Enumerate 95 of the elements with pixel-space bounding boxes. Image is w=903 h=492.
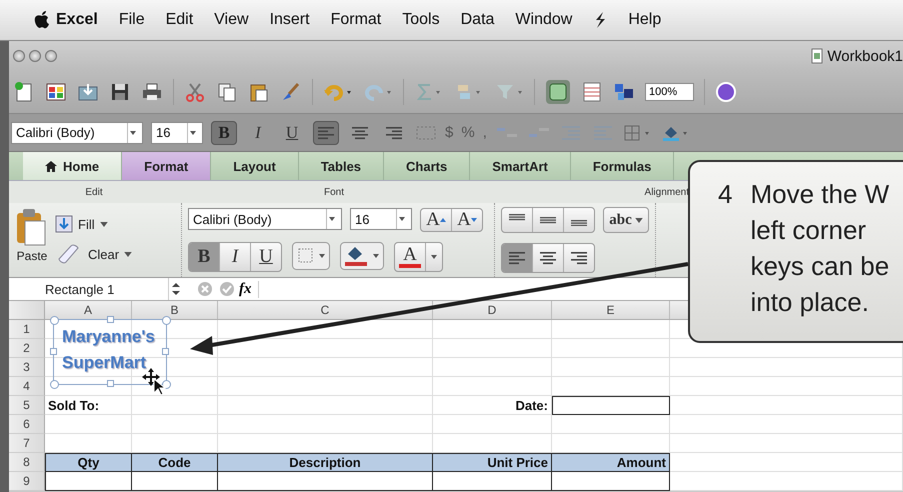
sheet-icon[interactable] [581,81,603,103]
up-triangle-icon [440,218,446,222]
brush-icon[interactable] [280,81,302,103]
clear-button[interactable]: Clear [55,243,132,265]
insert-function-button[interactable]: fx [239,280,258,298]
style-button[interactable]: B [189,243,220,271]
group-label: Alignment [644,186,689,198]
row-header[interactable]: 6 [9,415,45,434]
table-cell: Description [218,453,433,472]
group-label: Font [322,186,345,198]
align-left-icon [508,251,526,265]
table-cell: Unit Price [433,453,552,472]
scissors-icon[interactable] [184,81,206,103]
open-icon[interactable] [77,81,99,103]
zoom-field[interactable]: 100% [645,83,694,101]
menu-item[interactable]: File [118,11,145,29]
grow-font-button[interactable]: A [421,209,452,231]
column-header[interactable]: E [552,301,670,319]
style-button[interactable]: B [211,120,237,144]
name-box[interactable]: Rectangle 1 [9,278,169,300]
style-button[interactable]: I [245,120,271,144]
menu-item[interactable]: Window [515,11,572,29]
caret-icon [190,130,196,134]
caret-icon [399,217,405,221]
row-header[interactable]: 2 [9,339,45,358]
caret-icon [634,218,643,222]
row-header[interactable]: 8 [9,453,45,472]
wrap-text-button[interactable]: abc [604,208,648,232]
caret-icon [124,252,132,256]
close-button[interactable] [13,50,25,62]
column-header[interactable]: C [218,301,433,319]
row-header[interactable]: 7 [9,434,45,453]
table-cell: Code [132,453,218,472]
home-icon [45,160,57,172]
menu-item[interactable]: Edit [166,11,194,29]
style-button[interactable]: I [220,243,251,271]
select-all-corner[interactable] [9,301,45,319]
menu-item[interactable]: Data [460,11,494,29]
menu-item[interactable]: Insert [270,11,310,29]
menu-item[interactable]: Tools [402,11,440,29]
align-center-icon [351,126,369,140]
shrink-font-button[interactable]: A [452,209,482,231]
align-right-icon [570,251,588,265]
row-header[interactable]: 4 [9,377,45,396]
table-cell: Qty [45,453,132,472]
print-icon[interactable] [141,81,163,103]
align-left-button[interactable] [502,244,533,272]
grid-icon[interactable] [45,81,67,103]
font-field[interactable]: Calibri (Body) [11,122,143,144]
window-title: Workbook1 [827,48,903,64]
menu-item[interactable]: Format [330,11,382,29]
table-cell: Sold To: [45,396,132,415]
font-field[interactable]: Calibri (Body) [188,208,342,230]
confirm-icon[interactable] [219,281,235,297]
minimize-button[interactable] [29,50,41,62]
table-cell: Amount [552,453,670,472]
row-header[interactable]: 5 [9,396,45,415]
align-center-icon [539,251,557,265]
lines-icon [539,214,557,226]
row-header[interactable]: 9 [9,472,45,491]
style-button[interactable]: U [279,120,305,144]
borders-icon[interactable] [292,242,330,270]
paste-button[interactable]: Paste [15,207,49,273]
menu-item[interactable]: View [214,11,249,29]
align-right-icon [385,126,403,140]
menu-item[interactable]: Help [628,11,662,29]
caret-icon [329,217,335,221]
save-icon[interactable] [109,81,131,103]
blocks-icon[interactable] [613,81,635,103]
row-header[interactable]: 1 [9,320,45,339]
caret-icon [100,222,108,226]
down-triangle-icon [470,218,477,222]
cancel-icon[interactable] [197,281,213,297]
size-field[interactable]: 16 [151,122,203,144]
callout-text: Move the W left corner keys can be into place. [750,178,890,319]
fill-color-icon[interactable] [340,242,384,270]
size-field[interactable]: 16 [350,208,412,230]
step-number: 4 [718,178,732,211]
caret-icon [431,255,437,259]
ribbon-tab[interactable]: Home [23,152,122,180]
align-left-button[interactable] [313,120,339,144]
style-button[interactable]: U [251,243,281,271]
document-icon [811,48,824,64]
apple-icon[interactable] [34,11,50,29]
row-header[interactable]: 3 [9,358,45,377]
group-label: Edit [84,186,104,198]
caret-icon [130,130,136,134]
fill-button[interactable]: Fill [55,215,132,233]
copy-icon[interactable] [216,81,238,103]
align-left-icon [317,126,335,140]
app-menu[interactable]: Excel [56,11,98,29]
column-header[interactable]: D [433,301,552,319]
table-cell: Date: [433,396,552,415]
ribbon-tab[interactable]: Format [122,152,212,180]
zoom-button[interactable] [45,50,57,62]
